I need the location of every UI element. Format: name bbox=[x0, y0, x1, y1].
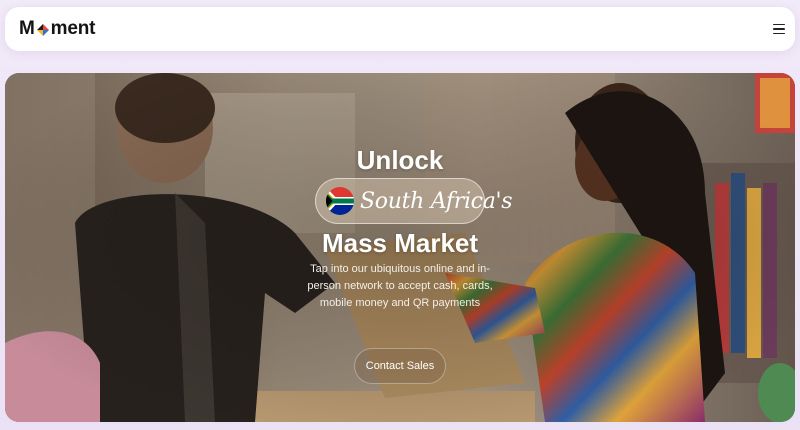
hero-content: Unlock South Africa's Mass Market Tap in… bbox=[5, 73, 795, 422]
hero-headline-line1: Unlock bbox=[356, 145, 444, 175]
hero-description: Tap into our ubiquitous online and in-pe… bbox=[307, 263, 493, 309]
hamburger-menu-icon[interactable] bbox=[771, 21, 787, 37]
hero-banner: Unlock South Africa's Mass Market Tap in… bbox=[5, 73, 795, 422]
logo-mark-icon bbox=[36, 24, 49, 36]
page-bottom-edge bbox=[0, 424, 800, 430]
moment-logo[interactable]: M ment bbox=[19, 18, 95, 40]
country-label: South Africa's bbox=[360, 188, 513, 214]
logo-letter-m: M bbox=[19, 18, 35, 39]
country-pill: South Africa's bbox=[315, 178, 513, 224]
south-africa-flag-icon bbox=[326, 187, 354, 215]
top-navbar: M ment bbox=[5, 7, 795, 51]
hero-headline-line2: Mass Market bbox=[321, 228, 479, 258]
logo-wordmark: ment bbox=[50, 18, 96, 39]
contact-sales-button[interactable]: Contact Sales bbox=[354, 348, 446, 384]
